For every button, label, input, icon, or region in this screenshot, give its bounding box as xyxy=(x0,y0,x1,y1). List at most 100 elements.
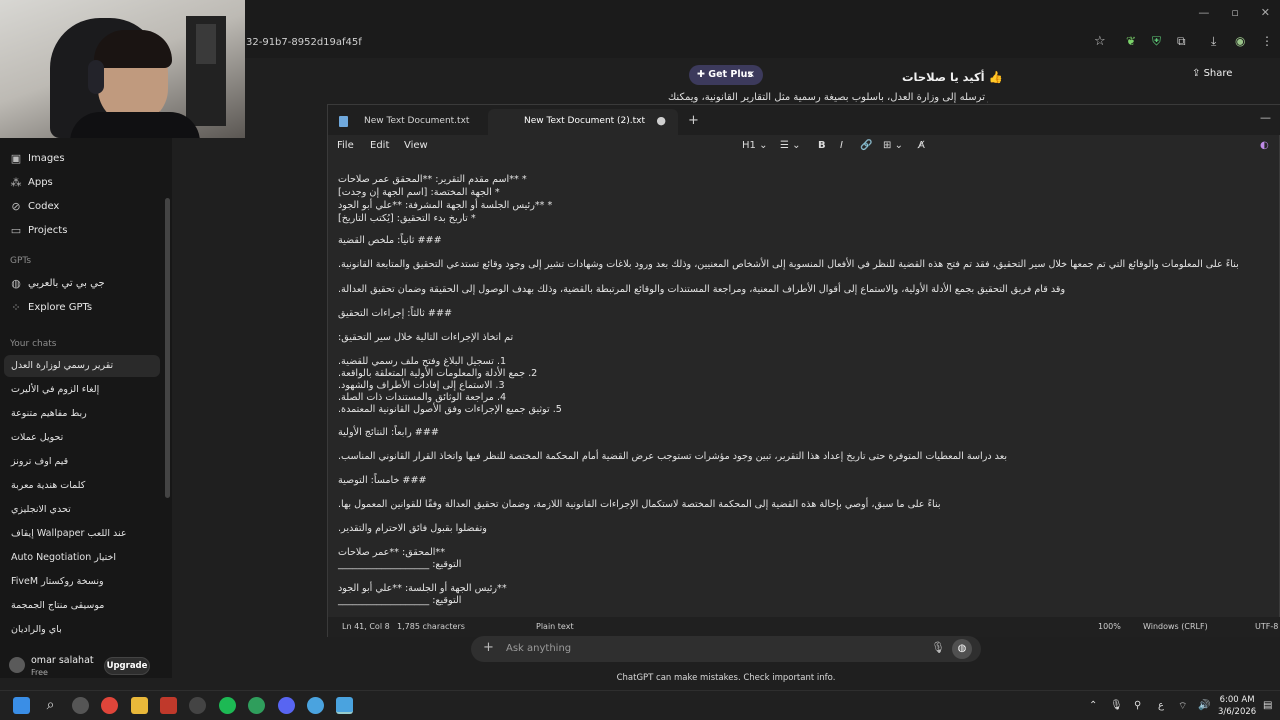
menu-file[interactable]: File xyxy=(337,140,354,151)
table-dropdown[interactable]: ⊞ ⌄ xyxy=(883,140,903,151)
extension-leaf-icon[interactable]: ❦ xyxy=(1126,34,1136,48)
menu-edit[interactable]: Edit xyxy=(370,140,389,151)
webcam-poster-detail xyxy=(196,24,216,64)
chrome-icon[interactable] xyxy=(101,697,118,714)
sidebar-item-codex[interactable]: ⊘ Codex xyxy=(10,196,59,216)
clock-time: 6:00 AM xyxy=(1219,695,1255,705)
clear-formatting-icon[interactable]: A̸ xyxy=(918,140,925,151)
bookmark-star-icon[interactable]: ☆ xyxy=(1094,34,1106,49)
encoding: UTF-8 xyxy=(1255,622,1279,631)
chat-composer[interactable]: + Ask anything 🎙 ◍ xyxy=(471,636,981,662)
tray-volume-icon[interactable]: 🔊 xyxy=(1198,700,1210,711)
webcam-person-hair xyxy=(94,30,172,68)
tray-chevron-icon[interactable]: ⌃ xyxy=(1089,700,1097,711)
sidebar-gpt-arabic[interactable]: ◍ جي بي تي بالعربي xyxy=(10,273,105,293)
chat-item[interactable]: تحويل عملات xyxy=(4,427,160,449)
microphone-icon[interactable]: 🎙 xyxy=(931,641,945,654)
search-icon[interactable]: ⌕ xyxy=(42,697,59,714)
webcam-overlay xyxy=(0,0,245,138)
table-icon: ⊞ xyxy=(883,140,892,151)
link-icon[interactable]: 🔗 xyxy=(860,140,872,151)
list-dropdown[interactable]: ☰ ⌄ xyxy=(780,140,801,151)
browser-menu-icon[interactable]: ⋮ xyxy=(1261,34,1273,48)
minimize-icon[interactable]: — xyxy=(1260,111,1271,124)
conversation-title: أكيد يا صلاحات 👍 xyxy=(902,70,1003,84)
file-explorer-icon[interactable] xyxy=(131,697,148,714)
projects-icon: ▭ xyxy=(10,223,22,237)
chat-item[interactable]: باي والراديان xyxy=(4,619,160,641)
editor-line: 2. جمع الأدلة والمعلومات الأولية المتعلق… xyxy=(338,368,538,379)
extensions-puzzle-icon[interactable]: ⧉ xyxy=(1177,34,1186,49)
close-icon[interactable]: × xyxy=(747,65,755,85)
chat-item[interactable]: إيقاف Wallpaper عند اللعب xyxy=(4,523,160,545)
chat-item[interactable]: FiveM ونسخة روكستار xyxy=(4,571,160,593)
sidebar-scrollbar[interactable] xyxy=(165,198,170,498)
windows-start-icon[interactable] xyxy=(13,697,30,714)
italic-button[interactable]: I xyxy=(840,140,843,151)
notepad-editor[interactable]: * **اسم مقدم التقرير: **المحقق عمر صلاحا… xyxy=(328,159,1280,617)
sidebar-item-projects[interactable]: ▭ Projects xyxy=(10,220,68,240)
spotify-icon[interactable] xyxy=(219,697,236,714)
editor-line: التوقيع: ___________________ xyxy=(338,559,462,570)
share-button[interactable]: ⇪ Share xyxy=(1192,68,1232,79)
address-bar[interactable]: 32-91b7-8952d19af45f xyxy=(238,32,1118,54)
get-plus-button[interactable]: ✚ Get Plus × xyxy=(689,65,763,85)
notification-bell-icon[interactable]: ▤ xyxy=(1263,700,1272,711)
chat-item[interactable]: ربط مفاهيم متنوعة xyxy=(4,403,160,425)
window-controls: — ▫ ✕ xyxy=(1198,6,1270,19)
share-label: Share xyxy=(1203,68,1233,79)
sidebar-item-apps[interactable]: ⁂ Apps xyxy=(10,172,53,192)
new-tab-button[interactable]: + xyxy=(688,113,699,128)
input-language[interactable]: ع xyxy=(1158,700,1164,711)
chat-item[interactable]: موسيقى منتاج الجمجمة xyxy=(4,595,160,617)
close-icon[interactable]: ✕ xyxy=(1261,6,1270,19)
editor-line: بناءً على ما سبق، أوصي بإحالة هذه القضية… xyxy=(338,499,941,510)
maximize-icon[interactable]: ▫ xyxy=(1231,6,1238,19)
attach-plus-icon[interactable]: + xyxy=(483,640,494,655)
chat-item[interactable]: قيم اوف ترونز xyxy=(4,451,160,473)
chrome-profile-icon[interactable] xyxy=(248,697,265,714)
sidebar-explore-gpts[interactable]: ⁘ Explore GPTs xyxy=(10,297,92,317)
browser-icon[interactable] xyxy=(307,697,324,714)
discord-icon[interactable] xyxy=(278,697,295,714)
notepad-doc-icon xyxy=(339,116,348,127)
download-icon[interactable]: ⤓ xyxy=(1211,34,1216,49)
chat-item[interactable]: Auto Negotiation اختيار xyxy=(4,547,160,569)
editor-line: ### ثانياً: ملخص القضية xyxy=(338,235,442,246)
sidebar-item-label: Images xyxy=(28,152,65,164)
disclaimer-text: ChatGPT can make mistakes. Check importa… xyxy=(616,673,836,683)
line-ending: Windows (CRLF) xyxy=(1143,622,1208,631)
tray-wifi-icon[interactable]: ⌔ xyxy=(1178,700,1187,713)
chats-heading: Your chats xyxy=(10,339,57,349)
minimize-icon[interactable]: — xyxy=(1198,6,1209,19)
tray-mic-icon[interactable]: 🎙 xyxy=(1110,700,1123,711)
heading-label: H1 xyxy=(742,140,756,151)
clock-date: 3/6/2026 xyxy=(1218,707,1257,717)
tab-label: New Text Document.txt xyxy=(364,116,470,126)
notepad-taskbar-icon[interactable] xyxy=(336,697,353,714)
app-icon[interactable] xyxy=(160,697,177,714)
editor-line: **المحقق: **عمر صلاحات xyxy=(338,547,446,558)
editor-line: 1. تسجيل البلاغ وفتح ملف رسمي للقضية. xyxy=(338,356,507,367)
editor-line: * الجهة المختصة: [اسم الجهة إن وجدت] xyxy=(338,187,500,198)
editor-line: بناءً على المعلومات والوقائع التي تم جمع… xyxy=(338,259,1239,270)
tab-document-2[interactable]: New Text Document (2).txt ● xyxy=(488,109,678,135)
steam-icon[interactable] xyxy=(189,697,206,714)
extension-shield-icon[interactable]: ⛨ xyxy=(1152,34,1161,49)
tray-network-icon[interactable]: ⚲ xyxy=(1134,700,1141,711)
system-clock[interactable]: 6:00 AM 3/6/2026 xyxy=(1218,694,1256,718)
chat-item[interactable]: إلغاء الزوم في الأليرت xyxy=(4,379,160,401)
copilot-icon[interactable]: ◐ xyxy=(1260,140,1269,151)
menu-view[interactable]: View xyxy=(404,140,428,151)
voice-mode-icon[interactable]: ◍ xyxy=(952,639,972,659)
sidebar-item-images[interactable]: ▣ Images xyxy=(10,148,65,168)
bold-button[interactable]: B xyxy=(818,140,826,151)
chat-item[interactable]: تحدي الانجليزي xyxy=(4,499,160,521)
chat-item[interactable]: كلمات هندية معربة xyxy=(4,475,160,497)
sidebar-item-label: جي بي تي بالعربي xyxy=(28,277,105,289)
character-count: 1,785 characters xyxy=(397,622,465,631)
settings-gear-icon[interactable] xyxy=(72,697,89,714)
profile-icon[interactable]: ◉ xyxy=(1235,34,1245,48)
heading-dropdown[interactable]: H1 ⌄ xyxy=(742,140,767,151)
chat-item[interactable]: تقرير رسمي لوزارة العدل xyxy=(4,355,160,377)
